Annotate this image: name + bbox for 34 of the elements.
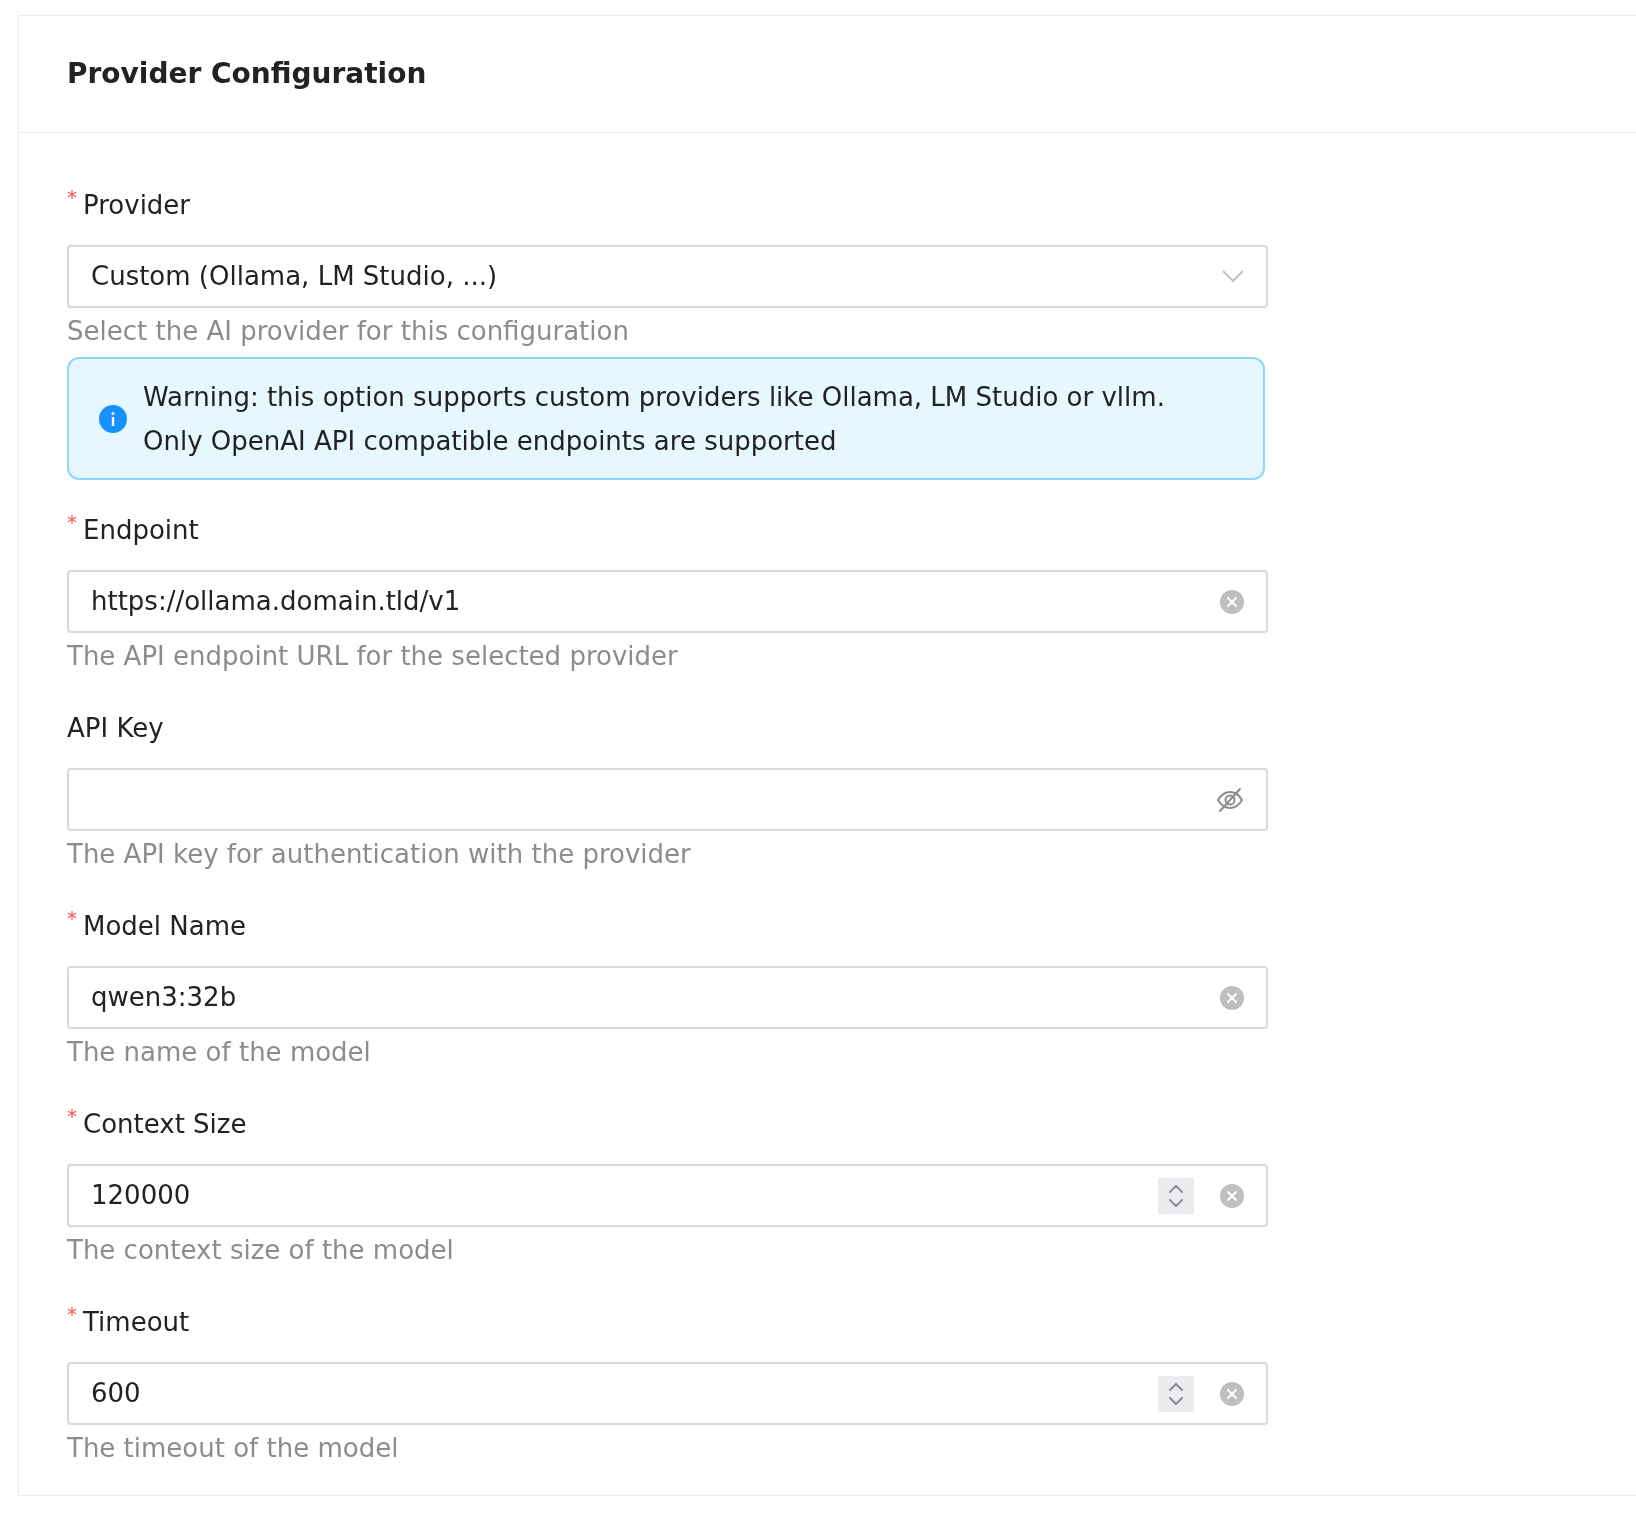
clear-icon[interactable] <box>1220 1183 1244 1208</box>
card-title: Provider Configuration <box>67 56 427 92</box>
field-label: API Key <box>67 712 164 745</box>
field-label: Timeout <box>83 1306 190 1339</box>
clear-icon[interactable] <box>1220 1381 1244 1406</box>
number-input-field[interactable]: 600 <box>67 1362 1268 1425</box>
field-label: Model Name <box>83 910 247 943</box>
text-input-field[interactable]: https://ollama.domain.tld/v1 <box>67 570 1268 633</box>
required-mark: * <box>67 908 77 928</box>
required-mark: * <box>67 1304 77 1324</box>
stepper-control[interactable] <box>1158 1375 1194 1412</box>
clear-icon[interactable] <box>1220 589 1244 614</box>
help-text: The name of the model <box>67 1036 372 1069</box>
help-text: The timeout of the model <box>67 1432 400 1465</box>
help-text: The API endpoint URL for the selected provider <box>67 640 679 673</box>
field-label: Context Size <box>83 1108 247 1141</box>
field-label: Endpoint <box>83 514 199 547</box>
help-text: The API key for authentication with the provider <box>67 838 692 871</box>
select-field[interactable]: Custom (Ollama, LM Studio, ...) <box>67 245 1268 308</box>
help-text: The context size of the model <box>67 1234 455 1267</box>
required-mark: * <box>67 512 77 532</box>
alert-message: Warning: this option supports custom providers like Ollama, LM Studio or vllm. Only OpenAI API compatible endpoints are supported <box>143 380 1165 458</box>
stepper-control[interactable] <box>1158 1177 1194 1214</box>
field-label: Provider <box>83 189 191 222</box>
info-icon <box>99 404 127 433</box>
password-field[interactable] <box>67 768 1268 831</box>
required-mark: * <box>67 187 77 207</box>
clear-icon[interactable] <box>1220 985 1244 1010</box>
text-input-field[interactable]: qwen3:32b <box>67 966 1268 1029</box>
eye-slash-icon[interactable] <box>1216 786 1244 813</box>
number-input-field[interactable]: 120000 <box>67 1164 1268 1227</box>
help-text: Select the AI provider for this configuration <box>67 315 630 348</box>
chevron-down-icon <box>1222 270 1244 283</box>
required-mark: * <box>67 1106 77 1126</box>
